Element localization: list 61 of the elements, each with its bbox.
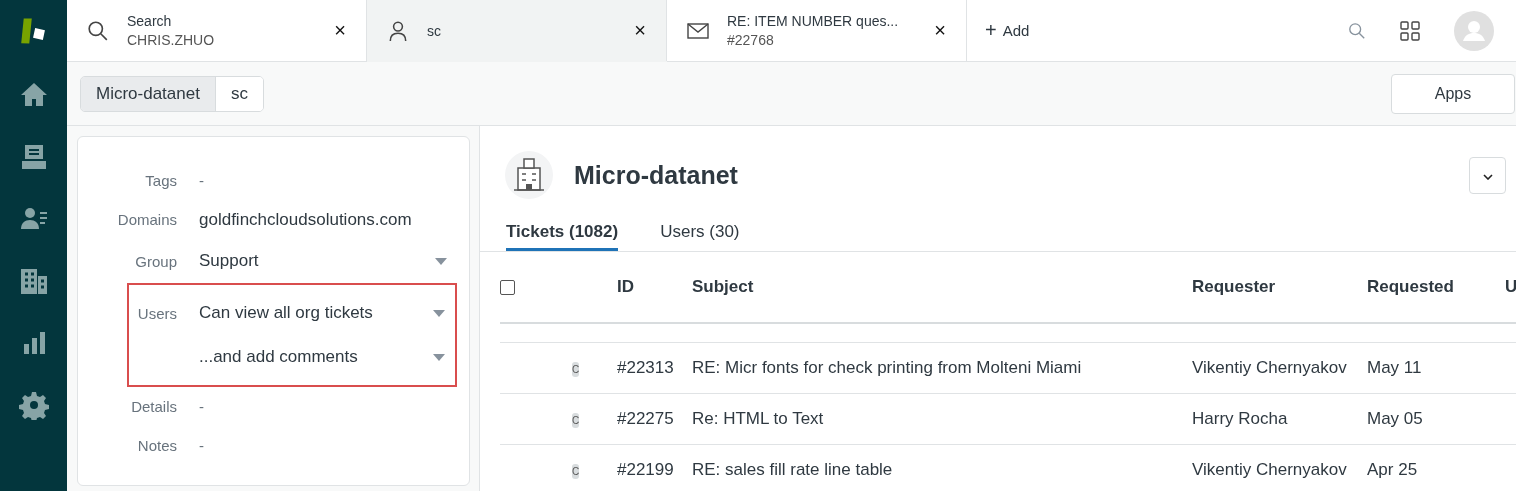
field-value: -: [199, 437, 205, 454]
field-label: Users: [136, 304, 177, 322]
field-label: Details: [130, 398, 177, 415]
chevron-icon: [1482, 174, 1493, 180]
field-value: -: [199, 172, 205, 189]
building-icon[interactable]: [18, 266, 49, 296]
table-cell-text: RE: sales fill rate line table: [692, 460, 894, 480]
field-label: Notes: [136, 437, 177, 454]
field-label: Group: [134, 252, 177, 270]
tab-subtitle: #22768: [727, 32, 775, 48]
close-button[interactable]: ×: [634, 19, 646, 42]
field-label: Tags: [144, 172, 177, 189]
apps-button[interactable]: Apps: [1391, 73, 1515, 114]
search-icon: [87, 19, 109, 42]
dropdown-field[interactable]: Can view all org tickets: [199, 303, 445, 323]
breadcrumb[interactable]: Micro-datanet: [81, 76, 216, 111]
table-cell-text: #22199: [617, 460, 675, 480]
table-cell-text: May 05: [1367, 409, 1424, 429]
column-header[interactable]: U: [1505, 277, 1516, 297]
tab-title: Search: [127, 13, 173, 29]
table-cell-text: Vikentiy Chernyakov: [1192, 460, 1348, 480]
close-button[interactable]: ×: [334, 19, 346, 42]
table-cell-text: May 11: [1367, 358, 1423, 378]
checkbox[interactable]: [500, 279, 515, 295]
tab-title: RE: ITEM NUMBER ques...: [727, 13, 900, 29]
caret-icon: [433, 353, 445, 361]
channel-badge: C: [572, 413, 580, 428]
tab[interactable]: Tickets (1082): [506, 222, 619, 251]
channel-badge: C: [572, 362, 580, 377]
table-cell-text: Vikentiy Chernyakov: [1192, 358, 1348, 378]
dropdown-field[interactable]: Support: [199, 251, 447, 271]
table-cell-text: Apr 25: [1367, 460, 1419, 480]
channel-badge: C: [572, 464, 580, 479]
settings-icon[interactable]: [18, 390, 49, 420]
tab[interactable]: sc ×: [367, 0, 667, 61]
table-cell-text: Re: HTML to Text: [692, 409, 825, 429]
tab[interactable]: Users (30): [660, 222, 740, 251]
person-icon: [387, 19, 409, 42]
organization-name: Micro-datanet: [574, 160, 738, 190]
building-icon: [504, 150, 554, 200]
add-tab-button[interactable]: + Add: [967, 0, 1048, 61]
field-value: goldfinchcloudsolutions.com: [199, 209, 413, 230]
search-icon[interactable]: [1348, 21, 1366, 40]
breadcrumb[interactable]: sc: [215, 76, 263, 111]
table-cell-text: #22275: [617, 409, 675, 429]
table-cell-text: RE: Micr fonts for check printing from Molteni Miami: [692, 358, 1083, 378]
column-header[interactable]: ID: [617, 277, 692, 297]
close-button[interactable]: ×: [934, 19, 946, 42]
column-header[interactable]: Requested: [1367, 277, 1505, 297]
table-cell-text: #22313: [617, 358, 675, 378]
column-header[interactable]: Subject: [692, 277, 1192, 297]
dropdown-field[interactable]: ...and add comments: [199, 347, 445, 367]
table-cell-text: Harry Rocha: [1192, 409, 1289, 429]
field-value: -: [199, 398, 205, 415]
column-header[interactable]: Requester: [1192, 277, 1367, 297]
caret-icon: [435, 257, 447, 265]
tab-subtitle: CHRIS.ZHUO: [127, 32, 216, 48]
field-label: Domains: [116, 211, 177, 228]
grid-icon[interactable]: [1400, 20, 1420, 41]
caret-icon: [433, 309, 445, 317]
tab-title: sc: [427, 22, 442, 39]
